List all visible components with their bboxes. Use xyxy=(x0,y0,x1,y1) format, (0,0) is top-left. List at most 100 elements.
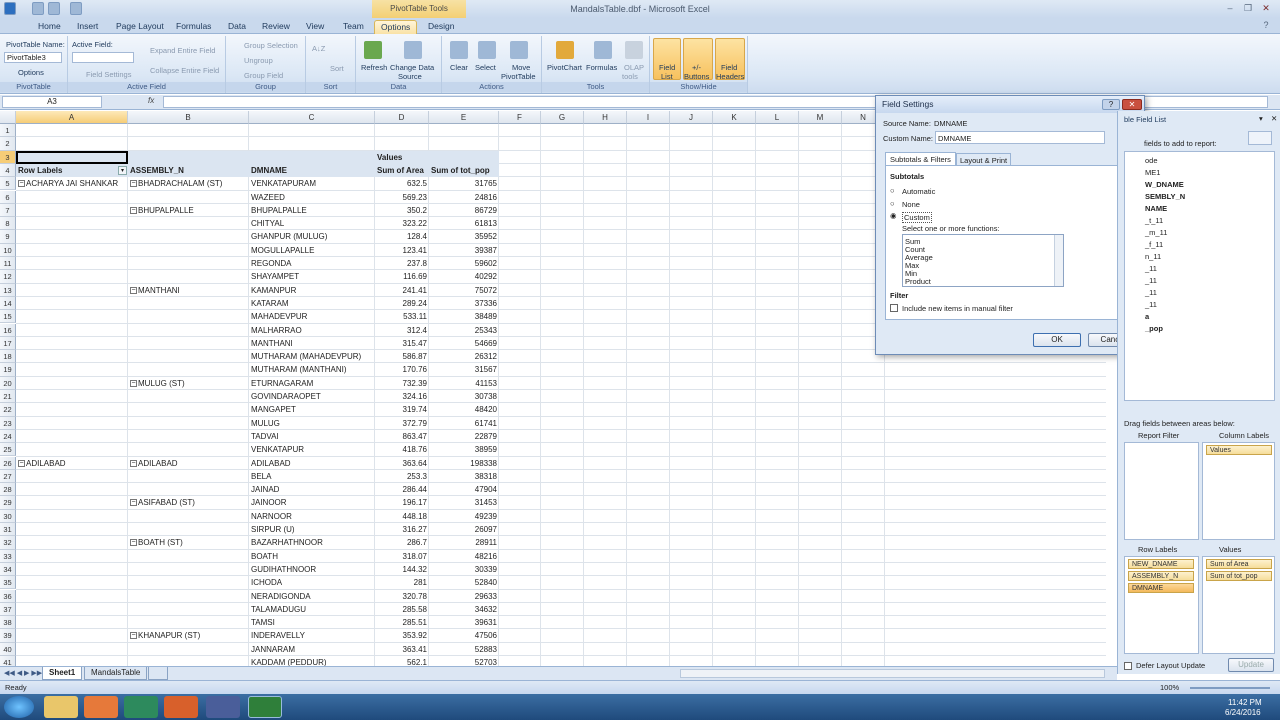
formulas-button[interactable]: Formulas xyxy=(586,63,617,72)
pivot-cell[interactable]: 86729 xyxy=(431,204,497,217)
refresh-button[interactable]: Refresh xyxy=(361,63,387,72)
pivot-cell[interactable]: ICHODA xyxy=(251,576,373,589)
pivot-cell[interactable]: ADILABAD xyxy=(251,457,373,470)
pivot-cell[interactable]: Sum of Area xyxy=(377,164,427,177)
pivotchart-button[interactable]: PivotChart xyxy=(547,63,582,72)
pivot-cell[interactable]: 324.16 xyxy=(377,390,427,403)
row-header[interactable]: 1 xyxy=(0,124,16,138)
pivot-cell[interactable]: 31453 xyxy=(431,496,497,509)
row-header[interactable]: 28 xyxy=(0,483,16,497)
row-header[interactable]: 4 xyxy=(0,163,16,178)
tab-data[interactable]: Data xyxy=(222,20,252,34)
pivot-cell[interactable]: 285.51 xyxy=(377,616,427,629)
active-cell-a3[interactable] xyxy=(16,150,128,164)
clear-icon[interactable] xyxy=(450,41,468,59)
row-header[interactable]: 30 xyxy=(0,509,16,523)
pivot-cell[interactable]: 312.4 xyxy=(377,324,427,337)
pivot-cell[interactable]: 372.79 xyxy=(377,417,427,430)
tab-insert[interactable]: Insert xyxy=(71,20,104,34)
tab-options[interactable]: Options xyxy=(374,20,418,34)
pivot-cell[interactable]: 25343 xyxy=(431,324,497,337)
pivot-cell[interactable]: BOATH (ST) xyxy=(130,536,247,549)
fx-icon[interactable]: fx xyxy=(148,96,160,108)
field-item[interactable]: _m_11 xyxy=(1145,228,1167,237)
pivot-cell[interactable]: 632.5 xyxy=(377,177,427,190)
pivot-cell[interactable]: 533.11 xyxy=(377,310,427,323)
column-chip-values[interactable]: Values xyxy=(1206,445,1272,455)
pivot-cell[interactable]: 569.23 xyxy=(377,191,427,204)
row-header[interactable]: 29 xyxy=(0,496,16,510)
field-item[interactable]: SEMBLY_N xyxy=(1145,192,1185,201)
help-icon[interactable]: ? xyxy=(1258,19,1274,31)
select-button[interactable]: Select xyxy=(475,63,496,72)
collapse-button-icon[interactable]: − xyxy=(130,206,137,214)
move-pivottable-icon[interactable] xyxy=(510,41,528,59)
functions-scrollbar[interactable] xyxy=(1054,235,1063,286)
value-chip[interactable]: Sum of Area xyxy=(1206,559,1272,569)
field-item[interactable]: ME1 xyxy=(1145,168,1160,177)
pivot-cell[interactable]: 286.7 xyxy=(377,536,427,549)
pivot-cell[interactable]: 47904 xyxy=(431,483,497,496)
app-icon[interactable] xyxy=(206,696,240,718)
pivot-cell[interactable]: TAMSI xyxy=(251,616,373,629)
pivot-cell[interactable]: 40292 xyxy=(431,270,497,283)
group-selection-button[interactable]: Group Selection xyxy=(244,41,298,50)
pivot-cell[interactable]: 47506 xyxy=(431,629,497,642)
change-source-icon[interactable] xyxy=(404,41,422,59)
dialog-close-icon[interactable]: ✕ xyxy=(1122,99,1142,110)
pivot-cell[interactable]: 241.41 xyxy=(377,284,427,297)
pivottable-name-input[interactable]: PivotTable3 xyxy=(4,52,62,63)
row-header[interactable]: 36 xyxy=(0,589,16,603)
row-header[interactable]: 7 xyxy=(0,203,16,218)
field-item[interactable]: _t_11 xyxy=(1145,216,1163,225)
row-header[interactable]: 35 xyxy=(0,576,16,590)
pivot-cell[interactable]: 35952 xyxy=(431,230,497,243)
column-header-l[interactable]: L xyxy=(756,111,799,124)
pivot-cell[interactable]: JANNARAM xyxy=(251,643,373,656)
pivot-cell[interactable]: DMNAME xyxy=(251,164,373,177)
pivot-cell[interactable]: NARNOOR xyxy=(251,510,373,523)
pivot-cell[interactable]: BHUPALPALLE xyxy=(251,204,373,217)
row-header[interactable]: 32 xyxy=(0,536,16,550)
pivot-cell[interactable]: 732.39 xyxy=(377,377,427,390)
pivot-cell[interactable]: MOGULLAPALLE xyxy=(251,244,373,257)
field-item[interactable]: n_11 xyxy=(1145,252,1161,261)
collapse-button-icon[interactable]: − xyxy=(130,539,137,547)
media-player-icon[interactable] xyxy=(84,696,118,718)
column-labels-area[interactable]: Values xyxy=(1202,442,1275,540)
include-new-items-checkbox[interactable] xyxy=(890,304,898,312)
expand-field-button[interactable]: Expand Entire Field xyxy=(150,46,215,55)
qgis-icon[interactable] xyxy=(124,696,158,718)
row-header[interactable]: 22 xyxy=(0,403,16,417)
pivot-cell[interactable]: KADDAM (PEDDUR) xyxy=(251,656,373,666)
pivot-cell[interactable]: 319.74 xyxy=(377,403,427,416)
collapse-button-icon[interactable]: − xyxy=(130,286,137,294)
collapse-button-icon[interactable]: − xyxy=(130,459,137,467)
pivot-cell[interactable]: 170.76 xyxy=(377,363,427,376)
tab-team[interactable]: Team xyxy=(337,20,370,34)
layout-dropdown-icon[interactable] xyxy=(1248,131,1272,145)
row-header[interactable]: 24 xyxy=(0,429,16,444)
pivot-cell[interactable]: 285.58 xyxy=(377,603,427,616)
pivot-cell[interactable]: JAINAD xyxy=(251,483,373,496)
pivot-cell[interactable]: 198338 xyxy=(431,457,497,470)
column-header-b[interactable]: B xyxy=(128,111,249,124)
pivot-cell[interactable]: 59602 xyxy=(431,257,497,270)
pivot-cell[interactable]: TALAMADUGU xyxy=(251,603,373,616)
column-header-a[interactable]: A xyxy=(16,111,128,124)
field-item[interactable]: _f_11 xyxy=(1145,240,1163,249)
value-chip[interactable]: Sum of tot_pop xyxy=(1206,571,1272,581)
pivot-cell[interactable]: BELA xyxy=(251,470,373,483)
tab-formulas[interactable]: Formulas xyxy=(170,20,217,34)
field-list-dropdown-icon[interactable]: ▾ xyxy=(1259,114,1263,123)
pivot-cell[interactable]: MANGAPET xyxy=(251,403,373,416)
olap-tools-button[interactable]: OLAP xyxy=(624,63,644,72)
field-item[interactable]: _11 xyxy=(1145,264,1157,273)
pivot-cell[interactable]: 38318 xyxy=(431,470,497,483)
row-header[interactable]: 21 xyxy=(0,390,16,404)
row-header[interactable]: 39 xyxy=(0,629,16,643)
tab-page-layout[interactable]: Page Layout xyxy=(110,20,170,34)
pivot-cell[interactable]: 48420 xyxy=(431,403,497,416)
ungroup-button[interactable]: Ungroup xyxy=(244,56,273,65)
pivot-cell[interactable]: 38959 xyxy=(431,443,497,456)
